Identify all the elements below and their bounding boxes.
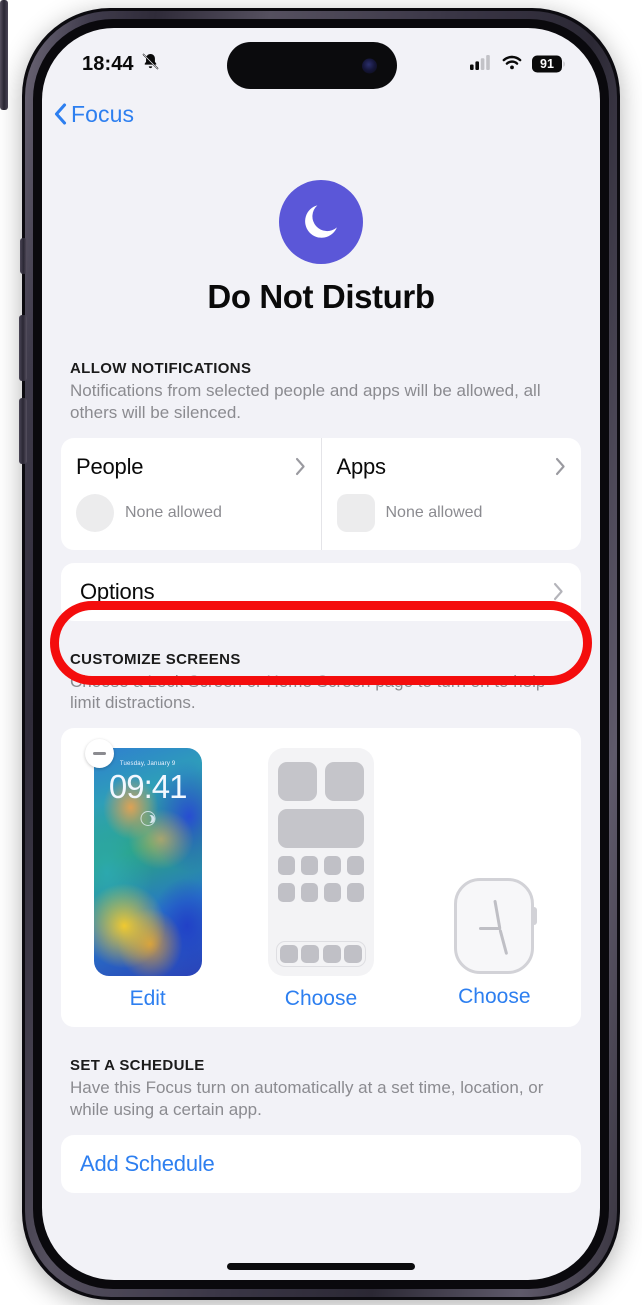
battery-level-text: 91 <box>540 57 554 71</box>
set-schedule-header: SET A SCHEDULE Have this Focus turn on a… <box>42 1057 600 1121</box>
apps-card-bottom: None allowed <box>336 493 567 532</box>
page-title: Do Not Disturb <box>207 278 435 315</box>
home-indicator[interactable] <box>227 1263 415 1270</box>
customize-screens-header: CUSTOMIZE SCREENS Choose a Lock Screen o… <box>42 651 600 715</box>
dynamic-island[interactable] <box>227 42 397 89</box>
home-widget-square <box>277 762 317 801</box>
home-widget-square <box>324 762 364 801</box>
apps-card-top: Apps <box>337 454 567 480</box>
power-button[interactable] <box>0 0 8 110</box>
set-schedule-title: SET A SCHEDULE <box>70 1057 205 1074</box>
back-button-label: Focus <box>71 100 135 127</box>
apps-card[interactable]: Apps None allowed <box>320 437 582 550</box>
lock-screen-preview[interactable]: Tuesday, January 9 09:41 <box>84 739 202 976</box>
options-row[interactable]: Options <box>61 562 581 621</box>
chevron-right-icon <box>553 582 564 601</box>
focus-header: Do Not Disturb <box>42 138 600 316</box>
bell-slash-icon <box>141 52 160 76</box>
settings-scroll-view[interactable]: Do Not Disturb ALLOW NOTIFICATIONS Notif… <box>42 138 600 1280</box>
people-card-top: People <box>76 454 306 480</box>
people-card-title: People <box>76 453 144 479</box>
dock-app-icon <box>301 945 320 963</box>
allow-notifications-cards: People None allowed Apps None allowed <box>61 437 582 550</box>
allow-notifications-title: ALLOW NOTIFICATIONS <box>70 360 252 377</box>
people-card-bottom: None allowed <box>76 493 306 532</box>
status-bar-right: 91 <box>470 54 566 75</box>
home-screen-action-label[interactable]: Choose <box>285 987 357 1011</box>
home-screen-column: Choose <box>235 748 407 1011</box>
apps-placeholder-icon <box>336 493 375 532</box>
lock-screen-time: 09:41 <box>108 768 188 805</box>
home-app-icon <box>277 883 295 902</box>
moon-icon <box>279 180 363 264</box>
watch-face-column: Choose <box>409 878 581 1011</box>
phone-screen: 18:44 91 Focus Do Not Disturb ALLOW NOTI… <box>42 28 600 1280</box>
home-app-icon <box>346 883 364 902</box>
battery-icon: 91 <box>532 55 566 73</box>
allow-notifications-description: Notifications from selected people and a… <box>70 381 541 422</box>
chevron-right-icon <box>555 457 566 476</box>
watch-minute-hand <box>493 899 502 930</box>
add-schedule-label[interactable]: Add Schedule <box>80 1151 215 1177</box>
home-app-icon <box>323 856 341 875</box>
people-placeholder-avatar <box>76 493 114 532</box>
allow-notifications-header: ALLOW NOTIFICATIONS Notifications from s… <box>42 360 600 424</box>
front-camera-icon <box>362 58 377 73</box>
home-app-icon <box>300 856 318 875</box>
home-app-icon <box>323 883 341 902</box>
screenshot-stage: 18:44 91 Focus Do Not Disturb ALLOW NOTI… <box>0 0 642 1305</box>
minus-badge-icon[interactable] <box>84 739 114 768</box>
home-icon-row <box>277 883 364 902</box>
chevron-right-icon <box>295 457 306 476</box>
lock-screen-column: Tuesday, January 9 09:41 Edit <box>62 739 234 1011</box>
moon-widget-icon <box>140 811 156 826</box>
customize-screens-description: Choose a Lock Screen or Home Screen page… <box>70 671 546 713</box>
status-bar-left: 18:44 <box>82 52 160 76</box>
set-schedule-description: Have this Focus turn on automatically at… <box>70 1078 544 1119</box>
lock-screen-action-label[interactable]: Edit <box>130 987 166 1011</box>
status-time: 18:44 <box>82 52 134 75</box>
watch-face-action-label[interactable]: Choose <box>458 985 530 1009</box>
customize-screens-card: Tuesday, January 9 09:41 Edit Choose Cho… <box>61 728 581 1027</box>
volume-up-button[interactable] <box>19 315 27 381</box>
home-icon-row <box>277 856 364 875</box>
customize-screens-title: CUSTOMIZE SCREENS <box>70 650 241 668</box>
apps-card-subtitle: None allowed <box>385 503 483 521</box>
lock-screen-wallpaper: Tuesday, January 9 09:41 <box>93 748 202 976</box>
dock-app-icon <box>280 945 299 963</box>
home-dock <box>275 941 366 967</box>
dock-app-icon <box>322 945 341 963</box>
dock-app-icon <box>343 945 362 963</box>
back-button[interactable]: Focus <box>54 101 134 128</box>
apps-card-title: Apps <box>336 453 387 479</box>
watch-second-hand <box>498 929 509 956</box>
options-label: Options <box>80 578 155 604</box>
volume-down-button[interactable] <box>19 398 27 464</box>
chevron-left-icon <box>54 103 67 125</box>
people-card[interactable]: People None allowed <box>61 438 321 550</box>
home-widget-row <box>277 762 364 801</box>
watch-body <box>454 878 538 974</box>
home-app-icon <box>300 883 318 902</box>
watch-face-preview[interactable] <box>454 878 538 974</box>
cellular-bars-icon <box>470 54 492 75</box>
add-schedule-row[interactable]: Add Schedule <box>61 1134 581 1193</box>
mute-switch-button[interactable] <box>20 238 27 274</box>
navigation-bar: Focus <box>42 90 600 138</box>
home-widget-wide <box>277 809 364 848</box>
people-card-subtitle: None allowed <box>125 503 222 521</box>
wifi-icon <box>501 54 523 75</box>
digital-crown-icon <box>531 907 538 925</box>
home-screen-preview[interactable] <box>267 748 374 976</box>
home-app-icon <box>346 856 364 875</box>
home-app-icon <box>277 856 295 875</box>
